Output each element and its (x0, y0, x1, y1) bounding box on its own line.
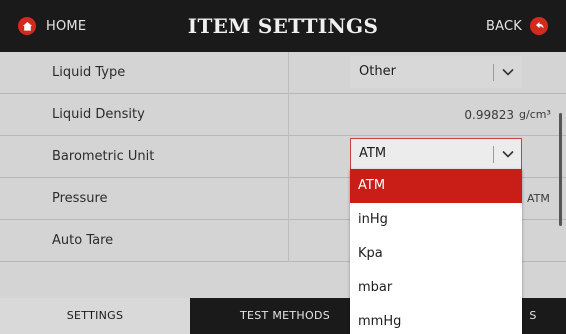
settings-row-liquid-density: Liquid Density 0.99823 g/cm³ (0, 94, 566, 136)
settings-row-liquid-type: Liquid Type Other (0, 52, 566, 94)
barometric-unit-label: Barometric Unit (52, 149, 155, 164)
back-label: BACK (486, 18, 522, 34)
tab-third[interactable]: S (520, 298, 546, 334)
dropdown-option-mmhg[interactable]: mmHg (350, 305, 522, 334)
column-divider (288, 220, 289, 262)
select-separator (493, 64, 494, 81)
barometric-unit-dropdown: ATM inHg Kpa mbar mmHg (350, 169, 522, 334)
home-label: HOME (46, 18, 87, 34)
tab-settings[interactable]: SETTINGS (0, 298, 190, 334)
chevron-down-icon (502, 150, 514, 158)
liquid-density-label: Liquid Density (52, 107, 145, 122)
dropdown-option-mbar[interactable]: mbar (350, 271, 522, 305)
column-divider (288, 136, 289, 178)
home-button[interactable]: HOME (18, 0, 86, 52)
barometric-unit-select[interactable]: ATM (350, 138, 522, 170)
liquid-density-unit: g/cm³ (519, 108, 551, 121)
scrollbar[interactable] (559, 113, 562, 226)
header-bar: HOME ITEM SETTINGS BACK (0, 0, 566, 52)
select-separator (493, 146, 494, 163)
pressure-unit: ATM (527, 192, 550, 205)
chevron-down-icon (502, 68, 514, 76)
column-divider (288, 94, 289, 136)
column-divider (288, 52, 289, 94)
barometric-unit-value: ATM (359, 146, 387, 161)
liquid-type-label: Liquid Type (52, 65, 126, 80)
dropdown-option-inhg[interactable]: inHg (350, 203, 522, 237)
column-divider (288, 178, 289, 220)
back-button[interactable]: BACK (486, 0, 548, 52)
liquid-type-value: Other (359, 64, 396, 79)
pressure-label: Pressure (52, 191, 108, 206)
back-arrow-icon (530, 17, 548, 35)
auto-tare-label: Auto Tare (52, 233, 114, 248)
dropdown-option-atm[interactable]: ATM (350, 169, 522, 203)
home-icon (18, 17, 36, 35)
liquid-density-value[interactable]: 0.99823 (464, 94, 514, 136)
dropdown-option-kpa[interactable]: Kpa (350, 237, 522, 271)
liquid-type-select[interactable]: Other (350, 56, 522, 88)
